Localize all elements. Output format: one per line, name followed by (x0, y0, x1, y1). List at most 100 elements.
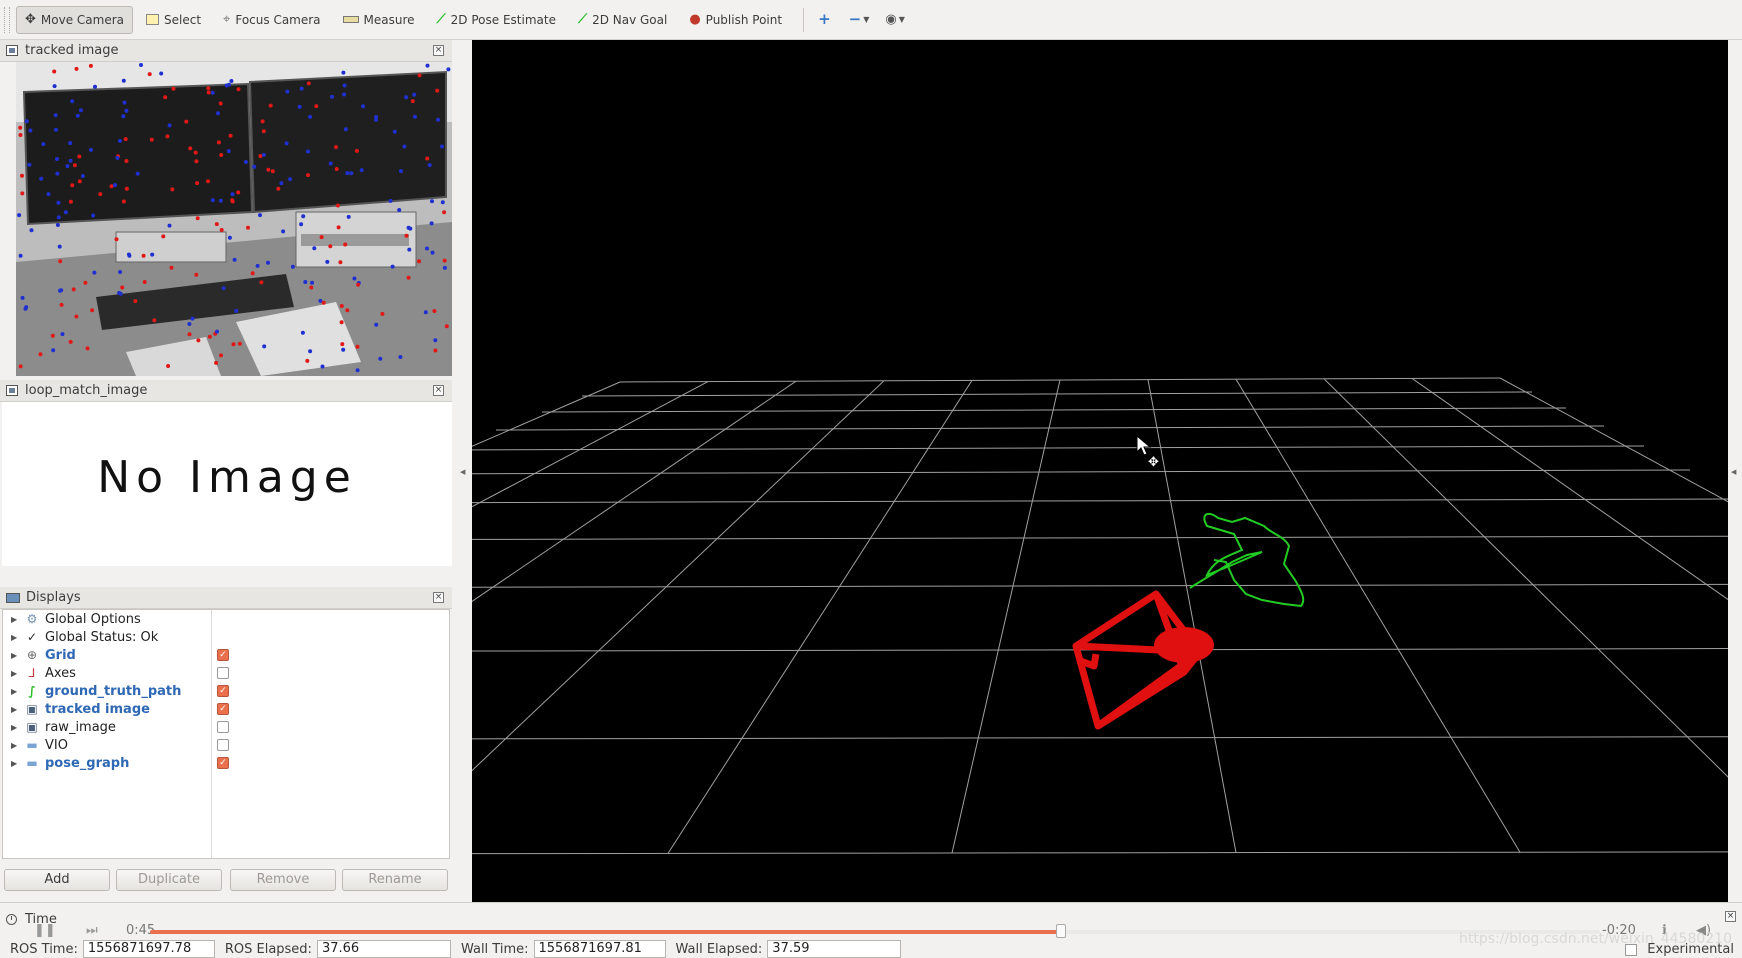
left-splitter[interactable]: ◀ (452, 40, 472, 902)
expand-arrow-icon[interactable]: ▶ (11, 759, 19, 768)
feature-point (215, 329, 219, 334)
grid-row-line (472, 535, 1728, 540)
close-icon[interactable]: × (433, 592, 444, 603)
scene-canvas[interactable]: ✥ (472, 40, 1728, 902)
expand-arrow-icon[interactable]: ▶ (11, 669, 19, 678)
tool-select[interactable]: Select (137, 6, 210, 34)
feature-point (236, 190, 241, 195)
enable-checkbox[interactable] (217, 739, 229, 751)
close-icon[interactable]: × (1725, 911, 1736, 922)
tool-move-camera[interactable]: ✥ Move Camera (16, 5, 133, 34)
skip-forward-icon[interactable]: ⏭ (86, 923, 98, 938)
expand-arrow-icon[interactable]: ▶ (11, 741, 19, 750)
expand-arrow-icon[interactable]: ▶ (11, 687, 19, 696)
feature-point (231, 342, 236, 347)
experimental-toggle[interactable]: Experimental (1625, 942, 1734, 957)
enable-checkbox[interactable]: ✓ (217, 685, 229, 697)
feature-point (412, 92, 417, 97)
feature-point (336, 225, 341, 230)
display-label: Global Status: Ok (45, 629, 159, 645)
feature-point (68, 199, 73, 204)
render-view-3d[interactable]: ✥ (472, 40, 1728, 902)
panel-titlebar[interactable]: Displays (0, 587, 452, 609)
enable-checkbox[interactable]: ✓ (217, 703, 229, 715)
feature-point (218, 101, 223, 106)
toolbar-grip[interactable] (4, 6, 10, 33)
panel-titlebar[interactable]: tracked image (0, 40, 452, 62)
feature-point (55, 223, 60, 227)
clock-icon (6, 914, 17, 925)
feature-point (20, 191, 25, 196)
add-button[interactable]: Add (4, 869, 110, 891)
feature-point (121, 114, 126, 119)
feature-point (169, 265, 174, 270)
tool-focus-camera[interactable]: ⌖ Focus Camera (214, 6, 330, 34)
select-icon (146, 14, 159, 25)
enable-checkbox[interactable]: ✓ (217, 757, 229, 769)
duplicate-button[interactable]: Duplicate (116, 869, 222, 891)
tool-publish-point[interactable]: ● Publish Point (680, 6, 791, 34)
add-tool-button[interactable]: + (812, 6, 839, 34)
feature-point (113, 183, 117, 188)
tool-2d-nav-goal[interactable]: ⟋ 2D Nav Goal (569, 6, 676, 34)
feature-point (141, 253, 146, 258)
expand-arrow-icon[interactable]: ▶ (11, 615, 19, 624)
enable-checkbox[interactable] (217, 721, 229, 733)
display-item-raw-image[interactable]: ▶ ▣ raw_image (3, 718, 449, 736)
expand-arrow-icon[interactable]: ▶ (11, 705, 19, 714)
seek-handle[interactable] (1055, 924, 1066, 938)
collapse-right-icon[interactable]: ◀ (1731, 468, 1736, 476)
wall-elapsed-field[interactable]: 37.59 (767, 940, 902, 958)
feature-point (18, 253, 23, 258)
close-icon[interactable]: × (433, 45, 444, 56)
playback-seek-bar[interactable] (150, 924, 1600, 938)
panel-titlebar[interactable]: loop_match_image (0, 380, 452, 402)
enable-checkbox[interactable] (217, 667, 229, 679)
display-item-global-options[interactable]: ▶ ⚙ Global Options (3, 610, 449, 628)
feature-point (51, 348, 56, 353)
display-item-pose-graph[interactable]: ▶ ▬ pose_graph ✓ (3, 754, 449, 772)
display-item-axes[interactable]: ▶ ⅃ Axes (3, 664, 449, 682)
time-panel: Time × ❚❚ ⏭ 0:45 -0:20 ℹ ◀) https://blog… (0, 902, 1742, 958)
feature-point (285, 89, 290, 94)
feature-point (423, 310, 428, 315)
expand-arrow-icon[interactable]: ▶ (11, 651, 19, 660)
remove-tool-button[interactable]: − ▼ (843, 6, 876, 34)
display-item-vio[interactable]: ▶ ▬ VIO (3, 736, 449, 754)
ros-time-field[interactable]: 1556871697.78 (82, 940, 215, 958)
play-pause-icon[interactable]: ❚❚ (34, 923, 56, 938)
feature-point (18, 364, 23, 369)
remove-button[interactable]: Remove (230, 869, 336, 891)
panel-title: loop_match_image (25, 383, 148, 398)
ros-elapsed-field[interactable]: 37.66 (316, 940, 451, 958)
rename-button[interactable]: Rename (342, 869, 448, 891)
expand-arrow-icon[interactable]: ▶ (11, 723, 19, 732)
feature-point (187, 332, 192, 337)
view-options-button[interactable]: ◉ ▼ (879, 6, 911, 34)
folder-icon: ▬ (26, 738, 38, 752)
display-item-global-status[interactable]: ▶ ✓ Global Status: Ok (3, 628, 449, 646)
display-item-tracked-image[interactable]: ▶ ▣ tracked image ✓ (3, 700, 449, 718)
enable-checkbox[interactable]: ✓ (217, 649, 229, 661)
feature-point (93, 84, 97, 89)
feature-point (305, 149, 310, 154)
display-item-ground-truth-path[interactable]: ▶ ∫ ground_truth_path ✓ (3, 682, 449, 700)
ros-time-label: ROS Time: (10, 941, 78, 957)
wall-time-field[interactable]: 1556871697.81 (533, 940, 666, 958)
feature-point (308, 349, 313, 354)
collapse-left-icon[interactable]: ◀ (460, 468, 465, 476)
tool-measure[interactable]: Measure (334, 6, 424, 34)
feature-point (427, 163, 432, 168)
experimental-checkbox[interactable] (1625, 943, 1638, 956)
expand-arrow-icon[interactable]: ▶ (11, 633, 19, 642)
feature-point (355, 368, 360, 373)
feature-point (425, 246, 429, 251)
feature-point (224, 83, 229, 88)
close-icon[interactable]: × (433, 385, 444, 396)
right-splitter[interactable]: ◀ (1728, 40, 1742, 902)
feature-point (50, 333, 55, 338)
display-item-grid[interactable]: ▶ ⊕ Grid ✓ (3, 646, 449, 664)
feature-point (149, 137, 154, 142)
tool-2d-pose-estimate[interactable]: ⟋ 2D Pose Estimate (428, 6, 565, 34)
feature-point (343, 242, 348, 247)
